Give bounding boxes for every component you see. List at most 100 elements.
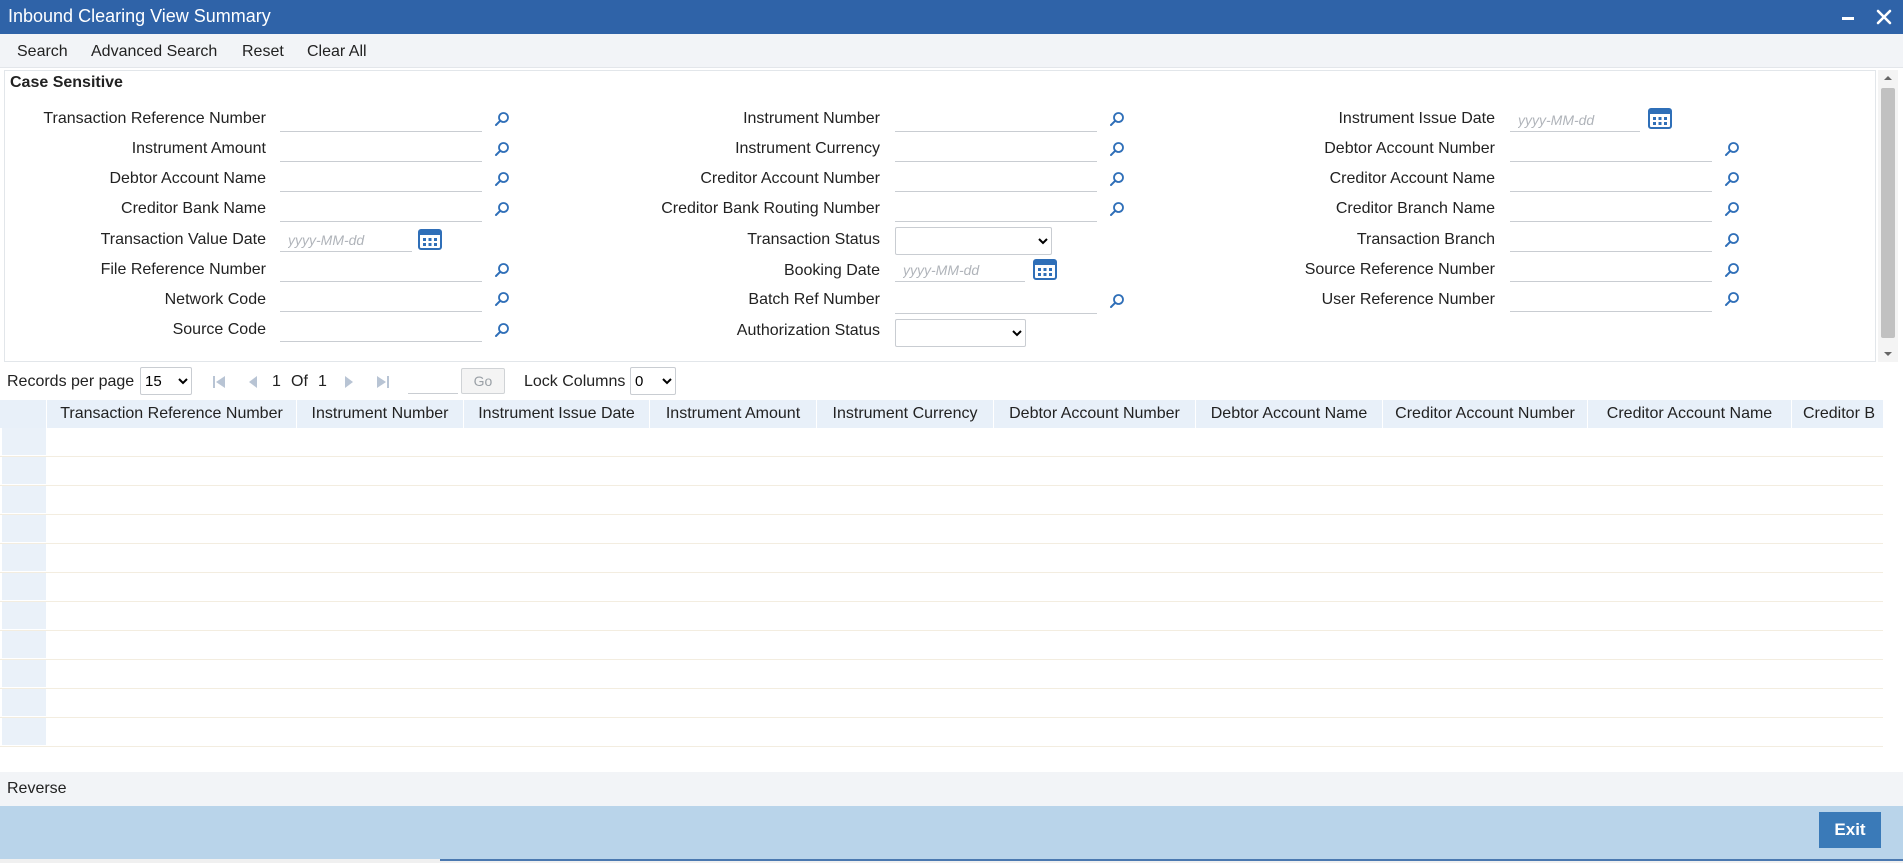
row-selector[interactable] [2, 718, 46, 746]
last-page-icon[interactable] [374, 373, 392, 391]
row-selector[interactable] [2, 573, 46, 601]
minimize-icon[interactable] [1836, 5, 1860, 29]
instrument-number-input[interactable] [895, 108, 1097, 132]
calendar-icon[interactable] [418, 228, 442, 250]
lock-columns-select[interactable]: 0 [630, 367, 676, 395]
column-header[interactable]: Debtor Account Number [994, 400, 1196, 428]
authorization-status-select[interactable] [895, 319, 1026, 347]
search-icon[interactable] [1724, 262, 1740, 278]
of-label: Of [291, 373, 308, 390]
search-icon[interactable] [494, 201, 510, 217]
close-icon[interactable] [1872, 5, 1896, 29]
column-header[interactable]: Transaction Reference Number [47, 400, 297, 428]
next-page-icon[interactable] [340, 373, 358, 391]
previous-page-icon[interactable] [244, 373, 262, 391]
scroll-up-icon[interactable] [1882, 72, 1894, 84]
row-selector[interactable] [2, 631, 46, 659]
table-row[interactable] [0, 428, 1883, 457]
instrument-currency-input[interactable] [895, 138, 1097, 162]
search-icon[interactable] [494, 111, 510, 127]
calendar-icon[interactable] [1033, 258, 1057, 280]
table-row[interactable] [0, 515, 1883, 544]
table-row[interactable] [0, 602, 1883, 631]
source-code-input[interactable] [280, 318, 482, 342]
instrument-issue-date-input[interactable] [1510, 108, 1640, 132]
search-icon[interactable] [494, 262, 510, 278]
creditor-bank-name-input[interactable] [280, 198, 482, 222]
source-ref-number-input[interactable] [1510, 258, 1712, 282]
table-row[interactable] [0, 573, 1883, 602]
search-icon[interactable] [494, 291, 510, 307]
booking-date-input[interactable] [895, 258, 1025, 282]
row-selector[interactable] [2, 457, 46, 485]
network-code-input[interactable] [280, 288, 482, 312]
scroll-thumb[interactable] [1881, 88, 1895, 338]
search-icon[interactable] [1724, 201, 1740, 217]
row-selector[interactable] [2, 602, 46, 630]
column-header[interactable]: Debtor Account Name [1196, 400, 1383, 428]
search-icon[interactable] [494, 171, 510, 187]
column-header[interactable]: Instrument Amount [650, 400, 817, 428]
clear-all-button[interactable]: Clear All [307, 43, 367, 61]
search-icon[interactable] [494, 322, 510, 338]
user-ref-number-input[interactable] [1510, 288, 1712, 312]
search-icon[interactable] [1724, 171, 1740, 187]
table-row[interactable] [0, 631, 1883, 660]
table-row[interactable] [0, 689, 1883, 718]
search-icon[interactable] [1724, 232, 1740, 248]
table-row[interactable] [0, 486, 1883, 515]
search-icon[interactable] [1109, 293, 1125, 309]
go-button[interactable]: Go [461, 368, 505, 394]
transaction-status-select[interactable] [895, 227, 1052, 255]
column-header[interactable]: Creditor Account Name [1588, 400, 1792, 428]
column-header[interactable]: Creditor Account Number [1383, 400, 1588, 428]
scroll-down-icon[interactable] [1882, 348, 1894, 360]
advanced-search-button[interactable]: Advanced Search [91, 43, 217, 61]
column-header[interactable]: Instrument Number [297, 400, 464, 428]
txn-value-date-input[interactable] [280, 228, 412, 252]
search-icon[interactable] [1109, 141, 1125, 157]
search-icon[interactable] [1724, 141, 1740, 157]
instrument-amount-input[interactable] [280, 138, 482, 162]
search-icon[interactable] [1109, 111, 1125, 127]
txn-ref-number-input[interactable] [280, 108, 482, 132]
panel-scrollbar[interactable] [1878, 70, 1898, 362]
search-button[interactable]: Search [17, 43, 68, 61]
table-row[interactable] [0, 544, 1883, 573]
creditor-account-number-input[interactable] [895, 168, 1097, 192]
debtor-account-number-input[interactable] [1510, 138, 1712, 162]
table-row[interactable] [0, 718, 1883, 747]
column-header[interactable]: Instrument Issue Date [464, 400, 650, 428]
creditor-branch-name-input[interactable] [1510, 198, 1712, 222]
transaction-branch-input[interactable] [1510, 228, 1712, 252]
search-icon[interactable] [494, 141, 510, 157]
row-selector[interactable] [2, 428, 46, 456]
table-row[interactable] [0, 457, 1883, 486]
row-selector[interactable] [2, 689, 46, 717]
table-row[interactable] [0, 660, 1883, 689]
instrument-amount-label: Instrument Amount [131, 140, 266, 157]
calendar-icon[interactable] [1648, 107, 1672, 129]
page-number-input[interactable] [408, 368, 458, 394]
records-per-page-select[interactable]: 15 [140, 367, 192, 395]
grid-corner [0, 400, 47, 428]
creditor-account-name-input[interactable] [1510, 168, 1712, 192]
search-icon[interactable] [1109, 171, 1125, 187]
search-icon[interactable] [1109, 201, 1125, 217]
exit-button[interactable]: Exit [1819, 812, 1881, 848]
reset-button[interactable]: Reset [242, 43, 284, 61]
column-header[interactable]: Creditor B [1792, 400, 1883, 428]
creditor-bank-routing-number-input[interactable] [895, 198, 1097, 222]
reverse-button[interactable]: Reverse [7, 780, 67, 798]
batch-ref-number-input[interactable] [895, 290, 1097, 314]
first-page-icon[interactable] [210, 373, 228, 391]
row-selector[interactable] [2, 544, 46, 572]
column-header[interactable]: Instrument Currency [817, 400, 994, 428]
debtor-account-name-input[interactable] [280, 168, 482, 192]
row-selector[interactable] [2, 486, 46, 514]
window-title: Inbound Clearing View Summary [8, 6, 271, 26]
row-selector[interactable] [2, 515, 46, 543]
file-ref-number-input[interactable] [280, 258, 482, 282]
search-icon[interactable] [1724, 291, 1740, 307]
row-selector[interactable] [2, 660, 46, 688]
